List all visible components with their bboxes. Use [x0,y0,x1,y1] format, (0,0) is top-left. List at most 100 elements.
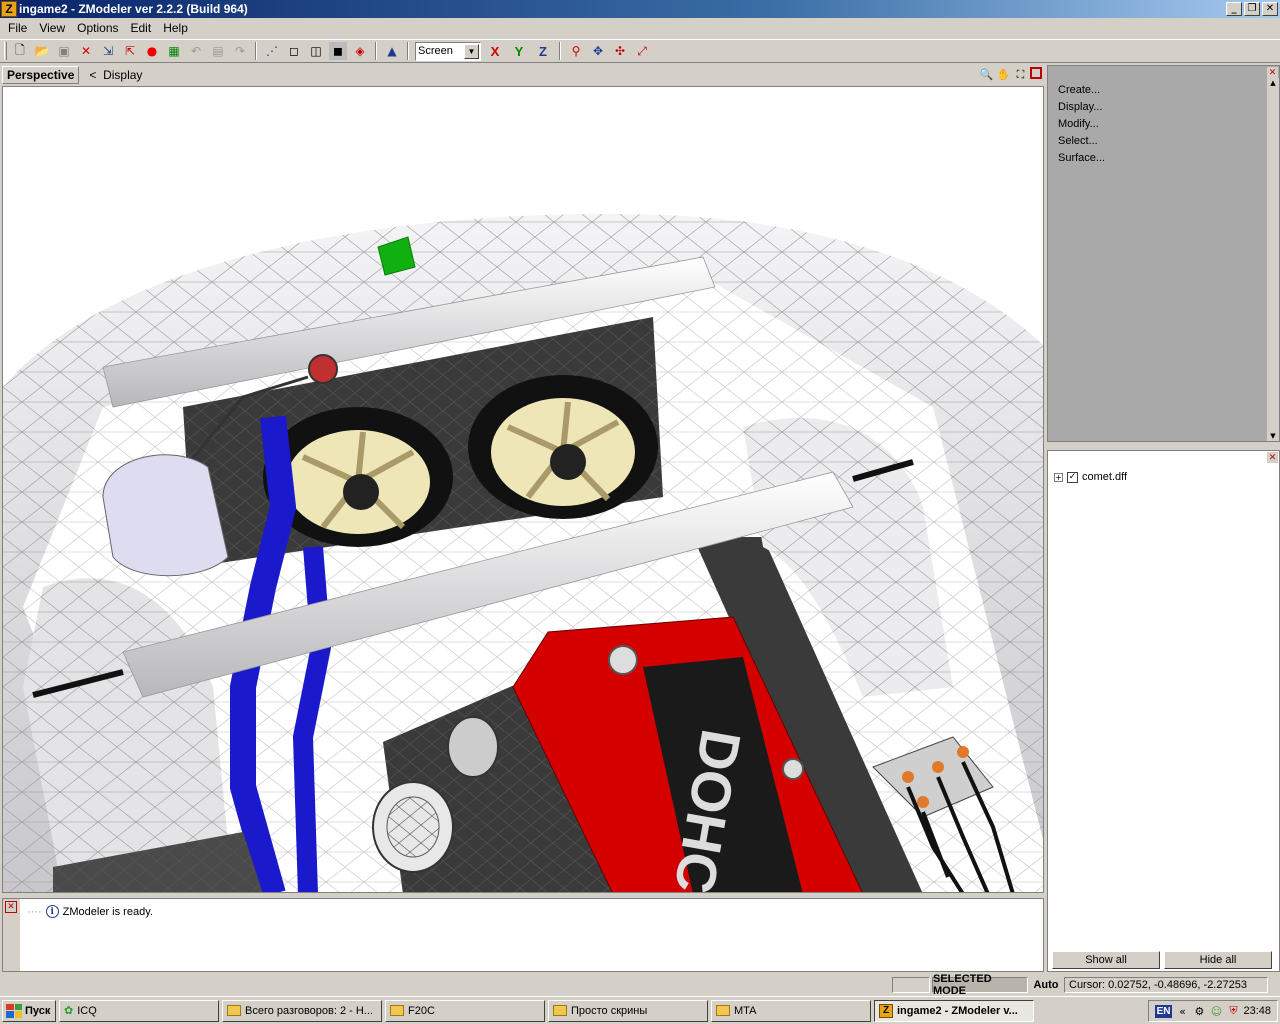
axis-y-button[interactable]: Y [509,41,529,61]
scroll-up-icon[interactable]: ▲ [1267,78,1279,88]
title-bar[interactable]: Z ingame2 - ZModeler ver 2.2.2 (Build 96… [0,0,1280,18]
task-label: MTA [734,1004,757,1017]
maximize-viewport-icon[interactable] [1030,67,1042,79]
axis-z-button[interactable]: Z [533,41,553,61]
scene-tree-panel: ✕ + ✓ comet.dff Show all Hide all [1047,450,1280,972]
log-message: ZModeler is ready. [62,905,153,918]
coordinate-system-select[interactable]: Screen ▼ [415,41,481,61]
restore-button[interactable]: ❐ [1244,2,1260,16]
cmd-create[interactable]: Create... [1058,82,1105,99]
task-mta[interactable]: MTA [711,999,871,1022]
task-label: Всего разговоров: 2 - Н... [245,1004,373,1017]
pivot-icon[interactable]: ▲ [383,42,401,60]
antivirus-icon[interactable]: ⛨ [1226,1004,1240,1018]
log-panel: ✕ ···· i ZModeler is ready. [2,898,1044,972]
save-icon[interactable]: ▣ [55,42,73,60]
redo-icon[interactable]: ↷ [231,42,249,60]
main-toolbar: 🗋 📂 ▣ ✕ ⇲ ⇱ ● ▦ ↶ ▤ ↷ ⋰ ◻ ◫ ◼ ◈ ▲ Screen… [0,39,1280,63]
toolbar-grip[interactable] [4,42,7,60]
tree-panel-close-icon[interactable]: ✕ [1267,452,1278,463]
coolant-reservoir [102,454,229,577]
scale-tool-icon[interactable]: ⤢ [633,42,651,60]
language-indicator[interactable]: EN [1154,1004,1173,1018]
auto-indicator[interactable]: Auto [1028,977,1064,993]
task-label: Просто скрины [571,1004,648,1017]
material-icon[interactable]: ▦ [165,42,183,60]
status-blank-cell [892,977,930,993]
zoom-icon[interactable]: 🔍 [979,67,994,82]
command-panel-scrollbar[interactable]: ▲ ▼ [1267,78,1279,441]
show-all-button[interactable]: Show all [1052,951,1160,969]
export-icon[interactable]: ⇱ [121,42,139,60]
3d-viewport[interactable]: DOHC y x z [2,86,1044,893]
cmd-display[interactable]: Display... [1058,99,1105,116]
chevron-down-icon[interactable]: ▼ [464,43,479,59]
menu-options[interactable]: Options [73,21,126,35]
cmd-surface[interactable]: Surface... [1058,150,1105,167]
task-f20c[interactable]: F20C [385,999,545,1022]
select-tool-icon[interactable]: ⚲ [567,42,585,60]
viewport-display-menu[interactable]: < Display [89,68,142,82]
task-label: ingame2 - ZModeler v... [897,1004,1018,1017]
render-icon[interactable]: ● [143,42,161,60]
info-icon: i [45,905,59,918]
network-icon[interactable]: ⚙ [1192,1004,1206,1018]
delete-icon[interactable]: ✕ [77,42,95,60]
scroll-down-icon[interactable]: ▼ [1267,431,1279,441]
box-cube-icon[interactable]: ◫ [307,42,325,60]
messenger-icon[interactable]: ☺ [1209,1004,1223,1018]
rotate-tool-icon[interactable]: ✣ [611,42,629,60]
menu-bar: File View Options Edit Help [0,18,1280,38]
command-panel: ✕ Create... Display... Modify... Select.… [1047,65,1280,442]
start-button[interactable]: Пуск [2,999,56,1022]
properties-icon[interactable]: ▤ [209,42,227,60]
log-close-icon[interactable]: ✕ [5,901,17,913]
tree-item-label[interactable]: comet.dff [1082,471,1127,483]
new-file-icon[interactable]: 🗋 [11,42,29,60]
zmodeler-app-icon[interactable]: Z [1,1,17,17]
import-icon[interactable]: ⇲ [99,42,117,60]
expand-plus-icon[interactable]: + [1054,472,1063,482]
display-label: Display [103,68,143,82]
folder-icon [716,1005,730,1016]
selection-mode-indicator[interactable]: SELECTED MODE [932,973,1028,997]
window-title: ingame2 - ZModeler ver 2.2.2 (Build 964) [19,2,248,16]
task-zmodeler[interactable]: Z ingame2 - ZModeler v... [874,999,1034,1022]
axis-x-button[interactable]: X [485,41,505,61]
vertex-mode-icon[interactable]: ⋰ [263,42,281,60]
cursor-readout: Cursor: 0.02752, -0.48696, -2.27253 [1064,977,1268,993]
oil-cap [608,645,638,675]
shaded-cube-icon[interactable]: ◼ [329,42,347,60]
visibility-checkbox[interactable]: ✓ [1067,471,1078,483]
fit-view-icon[interactable]: ⛶ [1013,67,1028,82]
system-tray: EN « ⚙ ☺ ⛨ 23:48 [1147,1000,1278,1022]
scene-render: DOHC [3,214,1043,892]
viewport-view-label[interactable]: Perspective [2,66,80,84]
task-icq[interactable]: ✿ ICQ [59,999,219,1022]
menu-help[interactable]: Help [159,21,196,35]
task-label: ICQ [77,1004,97,1017]
clock[interactable]: 23:48 [1243,1005,1271,1017]
move-tool-icon[interactable]: ✥ [589,42,607,60]
cmd-select[interactable]: Select... [1058,133,1105,150]
task-conversations[interactable]: Всего разговоров: 2 - Н... [222,999,382,1022]
command-panel-close-icon[interactable]: ✕ [1267,67,1278,78]
hide-all-button[interactable]: Hide all [1164,951,1272,969]
undo-icon[interactable]: ↶ [187,42,205,60]
menu-edit[interactable]: Edit [127,21,160,35]
tree-item-root[interactable]: + ✓ comet.dff [1054,471,1127,483]
open-folder-icon[interactable]: 📂 [33,42,51,60]
minimize-button[interactable]: _ [1226,2,1242,16]
close-button[interactable]: ✕ [1262,2,1278,16]
cmd-modify[interactable]: Modify... [1058,116,1105,133]
task-label: F20C [408,1004,435,1017]
textured-cube-icon[interactable]: ◈ [351,42,369,60]
pan-hand-icon[interactable]: ✋ [996,67,1011,82]
wire-cube-icon[interactable]: ◻ [285,42,303,60]
menu-file[interactable]: File [4,21,35,35]
tray-expand-icon[interactable]: « [1175,1004,1189,1018]
task-screenshots[interactable]: Просто скрины [548,999,708,1022]
taskbar: Пуск ✿ ICQ Всего разговоров: 2 - Н... F2… [0,996,1280,1024]
radiator-cap [308,354,338,384]
menu-view[interactable]: View [35,21,73,35]
